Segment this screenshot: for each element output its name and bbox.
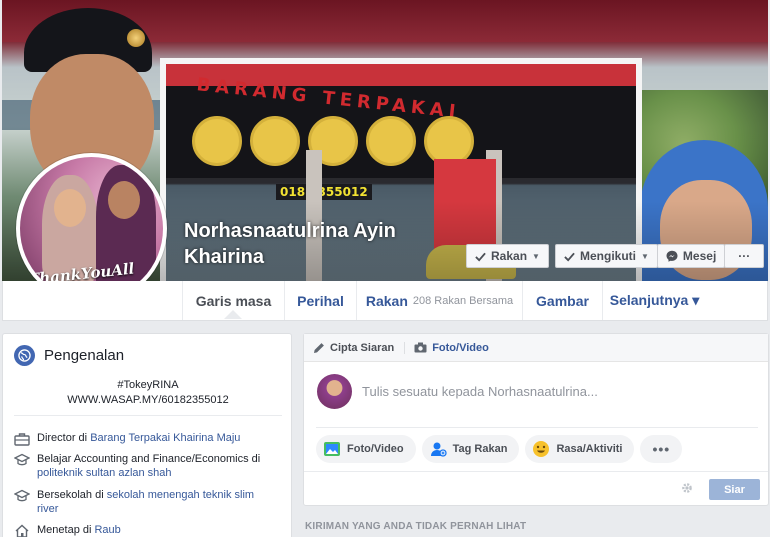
cover-action-group: Mengikuti ▼ Mesej ···: [555, 244, 765, 268]
chevron-down-icon: ▼: [641, 251, 649, 261]
photo-video-label: Foto/Video: [347, 443, 404, 455]
intro-card: Pengenalan #TokeyRINA WWW.WASAP.MY/60182…: [2, 333, 292, 537]
message-button-label: Mesej: [682, 249, 717, 263]
smiley-icon: [533, 441, 550, 457]
intro-item-prefix: Director di: [37, 432, 91, 444]
composer-actions: Foto/Video Tag Rakan Rasa/Aktiviti •••: [316, 435, 683, 463]
checkmark-icon: [475, 252, 486, 262]
tab-create-post-label: Cipta Siaran: [330, 341, 395, 354]
tab-label: Garis masa: [195, 292, 272, 309]
shop-sign: BARANG TERPAKAI 018 2355012: [166, 74, 636, 200]
shop-items: [192, 116, 474, 166]
tag-friends-label: Tag Rakan: [452, 443, 508, 455]
bio: #TokeyRINA WWW.WASAP.MY/60182355012: [3, 378, 293, 408]
photo-icon: [324, 442, 340, 456]
mutual-friends-count: 208 Rakan Bersama: [412, 294, 514, 307]
chevron-down-icon: ▼: [532, 251, 540, 261]
tab-photo-video-label: Foto/Video: [432, 341, 489, 354]
tab-label: Gambar: [536, 292, 589, 309]
avatar: [317, 374, 352, 409]
bio-line: WWW.WASAP.MY/60182355012: [67, 394, 229, 406]
following-button-label: Mengikuti: [580, 249, 636, 263]
intro-header: Pengenalan: [14, 345, 124, 366]
following-button[interactable]: Mengikuti ▼: [555, 244, 658, 268]
intro-item-education: Belajar Accounting and Finance/Economics…: [14, 452, 274, 480]
tab-friends[interactable]: Rakan 208 Rakan Bersama: [356, 281, 522, 320]
message-button[interactable]: Mesej: [656, 244, 726, 268]
shop-item: [250, 116, 300, 166]
intro-item-text: Belajar Accounting and Finance/Economics…: [37, 452, 274, 480]
graduation-cap-icon: [14, 489, 30, 502]
globe-glyph: [18, 349, 31, 362]
brooch: [127, 29, 145, 47]
shop-item: [192, 116, 242, 166]
more-composer-options-button[interactable]: •••: [640, 435, 683, 463]
feeling-activity-label: Rasa/Aktiviti: [556, 443, 623, 455]
post-composer: Cipta Siaran Foto/Video Tulis sesuatu ke…: [303, 333, 769, 506]
bio-line: #TokeyRINA: [117, 379, 179, 391]
friends-button[interactable]: Rakan ▼: [466, 244, 549, 268]
tab-photos[interactable]: Gambar: [522, 281, 602, 320]
shop-phone: 018 2355012: [276, 184, 372, 200]
tag-friends-button[interactable]: Tag Rakan: [421, 435, 520, 463]
college-link[interactable]: politeknik sultan azlan shah: [37, 467, 172, 479]
intro-item-prefix: Menetap di: [37, 524, 95, 536]
intro-item-prefix: Belajar Accounting and Finance/Economics…: [37, 453, 261, 465]
shop-item: [366, 116, 416, 166]
intro-item-school: Bersekolah di sekolah menengah teknik sl…: [14, 488, 274, 516]
section-heading: KIRIMAN YANG ANDA TIDAK PERNAH LIHAT: [305, 521, 527, 532]
workplace-link[interactable]: Barang Terpakai Khairina Maju: [90, 432, 240, 444]
gear-icon[interactable]: [681, 482, 693, 494]
profile-name[interactable]: Norhasnaatulrina Ayin Khairina: [184, 218, 454, 270]
more-options-button[interactable]: ···: [724, 244, 765, 268]
intro-divider: [14, 415, 282, 416]
post-text-input[interactable]: Tulis sesuatu kepada Norhasnaatulrina...: [362, 384, 598, 399]
intro-item-prefix: Bersekolah di: [37, 489, 107, 501]
composer-separator: [316, 427, 758, 428]
intro-item-work: Director di Barang Terpakai Khairina Maj…: [14, 431, 274, 446]
photo-video-button[interactable]: Foto/Video: [316, 435, 416, 463]
cover-actions-right: Mengikuti ▼ Mesej ···: [555, 244, 765, 268]
tab-label: Rakan: [365, 292, 408, 309]
tab-label: Selanjutnya ▾: [609, 292, 700, 308]
tab-about[interactable]: Perihal: [284, 281, 356, 320]
messenger-icon: [666, 250, 678, 262]
post-button[interactable]: Siar: [709, 479, 760, 500]
intro-item-text: Bersekolah di sekolah menengah teknik sl…: [37, 488, 274, 516]
tab-more[interactable]: Selanjutnya ▾: [602, 281, 706, 320]
briefcase-icon: [14, 433, 30, 446]
graduation-cap-icon: [14, 453, 30, 466]
intro-title: Pengenalan: [44, 347, 125, 364]
feeling-activity-button[interactable]: Rasa/Aktiviti: [525, 435, 635, 463]
cover-actions-left: Rakan ▼: [466, 244, 549, 268]
tab-label: Perihal: [297, 292, 344, 309]
friends-button-label: Rakan: [491, 249, 528, 263]
avatar-face: [54, 189, 86, 227]
profile-tabs: Garis masa Perihal Rakan 208 Rakan Bersa…: [2, 281, 768, 321]
globe-icon: [14, 345, 35, 366]
intro-item-residence: Menetap di Raub: [14, 523, 274, 537]
camera-icon: [414, 342, 427, 353]
hometown-link[interactable]: Raub: [94, 524, 120, 536]
tab-create-post[interactable]: Cipta Siaran: [313, 342, 404, 354]
intro-item-text: Menetap di Raub: [37, 523, 121, 537]
checkmark-icon: [564, 252, 575, 262]
composer-footer: Siar: [304, 471, 768, 506]
tag-friends-icon: [430, 442, 447, 457]
tab-photo-video[interactable]: Foto/Video: [404, 341, 499, 354]
active-tab-pointer: [224, 310, 242, 319]
more-icon: •••: [652, 441, 671, 457]
pencil-icon: [314, 342, 324, 353]
avatar-face: [108, 181, 140, 219]
home-icon: [15, 524, 29, 537]
profile-picture-image: ThankYouAll: [20, 157, 163, 300]
intro-item-text: Director di Barang Terpakai Khairina Maj…: [37, 431, 240, 446]
composer-tabs: Cipta Siaran Foto/Video: [304, 334, 768, 362]
more-icon: ···: [738, 249, 751, 263]
